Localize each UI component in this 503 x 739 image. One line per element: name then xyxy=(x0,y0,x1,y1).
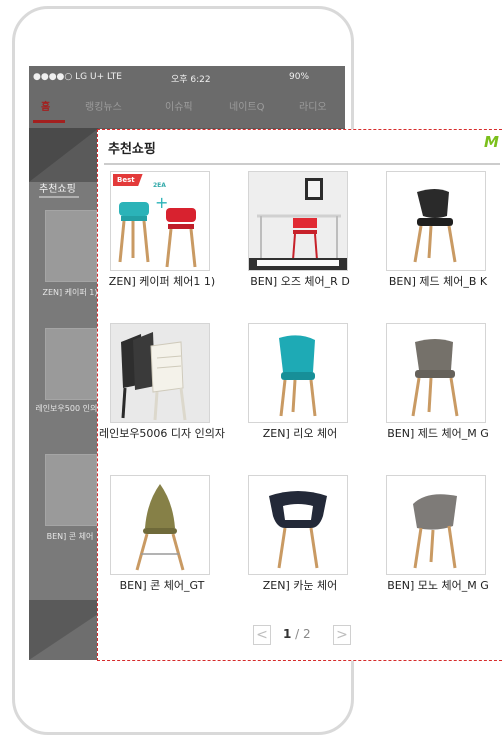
product-name[interactable]: ZEN] 리오 체어 xyxy=(234,427,366,440)
gray-chair-icon[interactable] xyxy=(386,323,486,423)
battery-label: 90% xyxy=(289,72,310,82)
teal-chair-icon[interactable] xyxy=(248,323,348,423)
product-name[interactable]: BEN] 모노 체어_M G xyxy=(372,579,503,592)
product-name[interactable]: 레인보우5006 디자 인의자 xyxy=(96,427,228,440)
background-thumb xyxy=(45,328,97,400)
tab-issue-pick[interactable]: 이슈픽 xyxy=(165,98,193,113)
prev-page-button[interactable]: < xyxy=(253,625,271,645)
product-name[interactable]: BEN] 제드 체어_B K xyxy=(372,275,503,288)
product-name[interactable]: BEN] 콘 체어_GT xyxy=(96,579,228,592)
desk-chair-icon[interactable] xyxy=(248,171,348,271)
active-tab-indicator xyxy=(33,120,65,123)
brand-logo[interactable]: M xyxy=(484,133,499,151)
background-section-label: 추천쇼핑 xyxy=(39,184,76,195)
tab-home[interactable]: 홈 xyxy=(41,98,50,113)
background-caption: ZEN] 케이퍼 1) xyxy=(42,288,98,297)
tab-nate-q[interactable]: 네이트Q xyxy=(229,98,264,113)
svg-text:+: + xyxy=(155,193,168,212)
stacked-chairs-icon[interactable] xyxy=(110,323,210,423)
olive-cone-chair-icon[interactable] xyxy=(110,475,210,575)
carrier-label: ●●●●○ LG U+ LTE xyxy=(33,72,122,82)
page-indicator: 1 / 2 xyxy=(283,627,311,641)
total-pages: 2 xyxy=(303,627,311,641)
navy-armchair-icon[interactable] xyxy=(248,475,348,575)
status-bar: ●●●●○ LG U+ LTE 오후 6:22 90% xyxy=(29,66,345,90)
tab-radio[interactable]: 라디오 xyxy=(299,98,327,113)
product-name[interactable]: BEN] 오즈 체어_R D xyxy=(234,275,366,288)
popup-title: 추천쇼핑 xyxy=(108,142,156,157)
product-name[interactable]: BEN] 제드 체어_M G xyxy=(372,427,503,440)
recommended-shopping-popup: 추천쇼핑 M + Best 2EA ZEN] 케이퍼 체어1 1) BEN] 오… xyxy=(97,129,503,661)
chair-pair-icon[interactable]: + Best 2EA xyxy=(110,171,210,271)
best-badge: Best xyxy=(113,174,143,186)
black-chair-icon[interactable] xyxy=(386,171,486,271)
clock-label: 오후 6:22 xyxy=(171,75,211,85)
tab-ranking-news[interactable]: 랭킹뉴스 xyxy=(85,98,122,113)
background-caption: 레인보우500 인의자 xyxy=(35,404,105,413)
mono-gray-chair-icon[interactable] xyxy=(386,475,486,575)
background-caption: BEN] 콘 체어 xyxy=(46,532,94,541)
product-name[interactable]: ZEN] 카눈 체어 xyxy=(234,579,366,592)
page-separator: / xyxy=(291,627,304,641)
title-divider xyxy=(104,163,500,165)
app-nav-bar: 홈 랭킹뉴스 이슈픽 네이트Q 라디오 xyxy=(29,90,345,128)
product-name[interactable]: ZEN] 케이퍼 체어1 1) xyxy=(96,275,228,288)
next-page-button[interactable]: > xyxy=(333,625,351,645)
background-thumb xyxy=(45,210,97,282)
pagination: < 1 / 2 > xyxy=(253,625,373,647)
quantity-badge: 2EA xyxy=(153,182,166,189)
background-thumb xyxy=(45,454,97,526)
